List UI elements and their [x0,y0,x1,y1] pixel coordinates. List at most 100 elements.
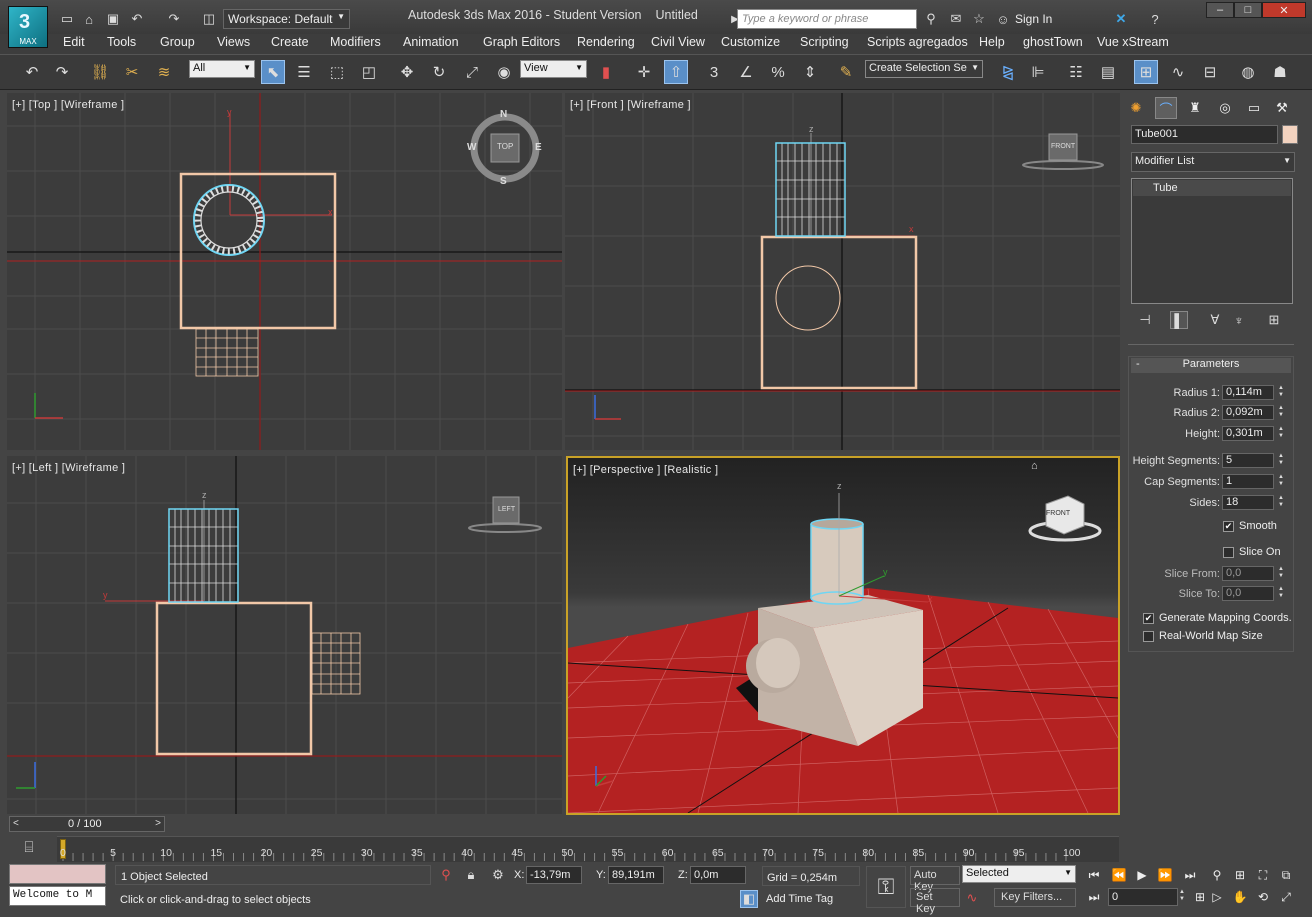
menu-edit[interactable]: Edit [63,35,85,49]
select-object-icon[interactable]: ⬉ [261,60,285,84]
menu-graph-editors[interactable]: Graph Editors [483,35,560,49]
search-input[interactable]: Type a keyword or phrase [737,9,917,29]
select-by-name-icon[interactable]: ☰ [292,60,316,84]
scale-icon[interactable]: ⤢ [460,60,484,84]
maximize-viewport-icon[interactable]: ⤢ [1277,888,1295,906]
material-editor-icon[interactable]: ◍ [1236,60,1260,84]
viewport-label-top[interactable]: [+] [Top ] [Wireframe ] [12,99,124,111]
edit-named-selection-icon[interactable]: ✎ [834,60,858,84]
menu-modifiers[interactable]: Modifiers [330,35,381,49]
zoom-all-icon[interactable]: ⊞ [1231,866,1249,884]
viewport-label-left[interactable]: [+] [Left ] [Wireframe ] [12,462,125,474]
play-icon[interactable]: ▶ [1133,866,1151,884]
cap-segments-input[interactable]: 1 [1222,474,1274,489]
default-in-out-tangents-icon[interactable]: ∿ [963,889,981,907]
go-to-start-icon[interactable]: ⏮ [1085,866,1103,884]
undo-icon[interactable]: ↶ [20,60,44,84]
minimize-button[interactable]: – [1206,2,1234,18]
redo-icon[interactable]: ↷ [50,60,74,84]
object-color-swatch[interactable] [1282,125,1298,144]
zoom-extents-all-icon[interactable]: ⧉ [1277,866,1295,884]
redo-icon[interactable]: ↷ [165,10,183,28]
maxscript-listener-pink[interactable] [9,864,106,884]
viewcube-face-label[interactable]: FRONT [1046,510,1070,517]
x-coordinate-field[interactable]: -13,79m [526,866,582,884]
radius2-spinner[interactable]: ▲ ▼ [1277,405,1285,419]
menu-ghosttown[interactable]: ghostTown [1023,35,1083,49]
spinner-snap-icon[interactable]: ⇕ [798,60,822,84]
maximize-button[interactable]: □ [1234,2,1262,18]
radius2-input[interactable]: 0,092m [1222,405,1274,420]
selection-filter-dropdown[interactable]: All ▼ [189,60,255,78]
help-icon[interactable]: ? [1146,10,1164,28]
menu-scripting[interactable]: Scripting [800,35,849,49]
menu-tools[interactable]: Tools [107,35,136,49]
slice-on-checkbox[interactable] [1223,547,1234,558]
smooth-checkbox[interactable]: ✔ [1223,521,1234,532]
maxscript-mini-listener[interactable]: Welcome to M [9,886,106,906]
slice-to-input[interactable]: 0,0 [1222,586,1274,601]
align-icon[interactable]: ⊫ [1026,60,1050,84]
menu-animation[interactable]: Animation [403,35,459,49]
time-slider-next[interactable]: > [155,818,161,829]
scene-explorer-icon[interactable]: ⊞ [1134,60,1158,84]
menu-help[interactable]: Help [979,35,1005,49]
z-coordinate-field[interactable]: 0,0m [690,866,746,884]
undo-icon[interactable]: ↶ [128,10,146,28]
slice-to-spinner[interactable]: ▲ ▼ [1277,586,1285,600]
current-frame-field[interactable]: 0 [1108,888,1178,906]
rotate-icon[interactable]: ↻ [427,60,451,84]
set-key-button[interactable]: Set Key [910,888,960,915]
key-selection-dropdown[interactable]: Selected ▼ [962,865,1076,883]
communication-center-icon[interactable]: ✉ [947,10,965,28]
viewport-label-front[interactable]: [+] [Front ] [Wireframe ] [570,99,691,111]
orbit-icon[interactable]: ⟲ [1254,888,1272,906]
reference-coordinate-dropdown[interactable]: View ▼ [520,60,587,78]
viewport-front[interactable]: [+] [Front ] [Wireframe ] FRONT z x [565,93,1120,450]
project-folder-icon[interactable]: ◫ [200,10,218,28]
rectangular-selection-icon[interactable]: ⬚ [325,60,349,84]
workspace-dropdown[interactable]: Workspace: Default ▼ [223,9,350,29]
viewcube-face-label[interactable]: TOP [497,142,513,151]
sides-input[interactable]: 18 [1222,495,1274,510]
home-icon[interactable]: ⌂ [1031,460,1038,472]
height-spinner[interactable]: ▲ ▼ [1277,426,1285,440]
application-menu-button[interactable]: 3 MAX [8,6,48,48]
angle-snap-icon[interactable]: ∠ [734,60,758,84]
save-file-icon[interactable]: ▣ [104,10,122,28]
hierarchy-tab-icon[interactable]: ♜ [1184,97,1206,119]
curve-editor-icon[interactable]: ∿ [1166,60,1190,84]
schematic-view-icon[interactable]: ⊟ [1198,60,1222,84]
window-crossing-icon[interactable]: ◰ [357,60,381,84]
absolute-relative-toggle-icon[interactable]: ⚙ [489,866,507,884]
pan-view-icon[interactable]: ✋ [1231,888,1249,906]
close-button[interactable]: ✕ [1262,2,1306,18]
current-frame-spinner[interactable]: ▲ ▼ [1178,889,1186,903]
viewport-perspective[interactable]: [+] [Perspective ] [Realistic ] FRONT ⌂ … [566,456,1120,815]
make-unique-icon[interactable]: ∀ [1206,311,1224,329]
time-configuration-icon[interactable]: ⊞ [1191,888,1209,906]
time-slider-prev[interactable]: < [13,818,19,829]
link-icon[interactable]: ⛓ [88,60,112,84]
slice-from-input[interactable]: 0,0 [1222,566,1274,581]
selection-lock-icon[interactable]: 🔒︎ [462,866,480,884]
add-time-tag-button[interactable]: Add Time Tag [766,893,833,905]
menu-group[interactable]: Group [160,35,195,49]
adaptive-degradation-icon[interactable]: ◧ [740,890,758,908]
layer-manager-icon[interactable]: ☷ [1064,60,1088,84]
height-segments-spinner[interactable]: ▲ ▼ [1277,453,1285,467]
ribbon-icon[interactable]: ▤ [1096,60,1120,84]
viewport-left[interactable]: [+] [Left ] [Wireframe ] LEFT z y [7,456,562,814]
field-of-view-icon[interactable]: ▷ [1208,888,1226,906]
modifier-list-dropdown[interactable]: Modifier List ▼ [1131,152,1295,172]
zoom-icon[interactable]: ⚲ [1208,866,1226,884]
place-icon[interactable]: ◉ [492,60,516,84]
radius1-spinner[interactable]: ▲ ▼ [1277,385,1285,399]
next-frame-icon[interactable]: ⏩ [1156,866,1174,884]
viewcube-face-label[interactable]: FRONT [1051,143,1075,150]
unlink-icon[interactable]: ✂ [120,60,144,84]
cap-segments-spinner[interactable]: ▲ ▼ [1277,474,1285,488]
binoculars-icon[interactable]: ⚲ [922,10,940,28]
snaps-toggle-icon[interactable]: 3 [702,60,726,84]
modifier-stack-item[interactable]: Tube [1133,180,1291,196]
